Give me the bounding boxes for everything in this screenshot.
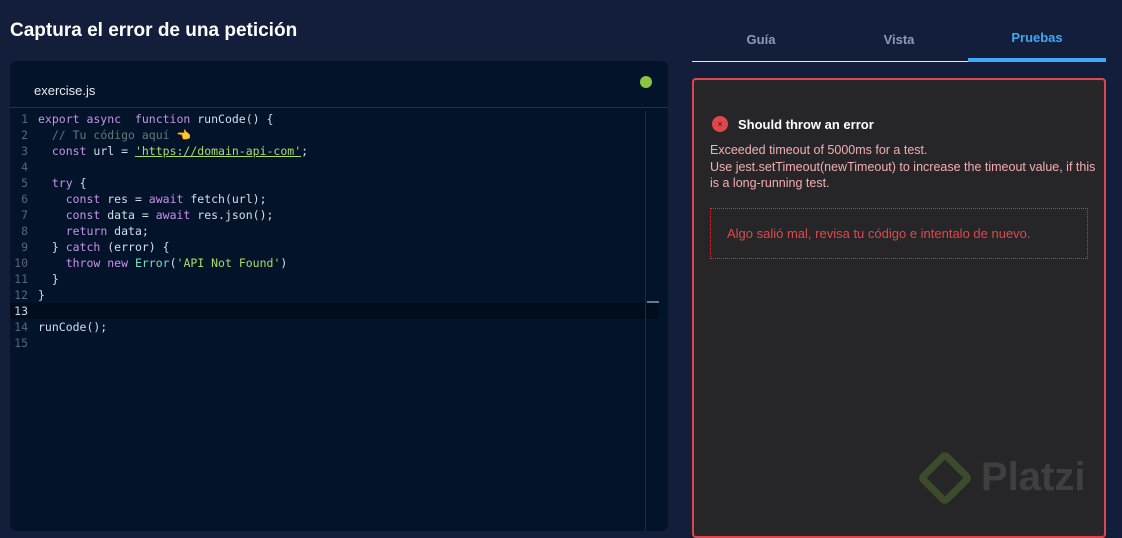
code-token: res.json(); xyxy=(197,208,274,222)
line-number: 3 xyxy=(21,144,28,158)
line-number: 8 xyxy=(21,224,28,238)
code-line[interactable]: 2 // Tu código aquí 👈 xyxy=(10,127,658,143)
code-line[interactable]: 14 runCode(); xyxy=(10,319,658,335)
panel-tabs: Guía Vista Pruebas xyxy=(692,20,1106,62)
error-message: Exceeded timeout of 5000ms for a test. U… xyxy=(710,142,1100,192)
tab-pruebas[interactable]: Pruebas xyxy=(968,20,1106,62)
status-dot-icon xyxy=(640,76,652,88)
code-token: try xyxy=(51,176,80,190)
line-number: 2 xyxy=(21,128,28,142)
platzi-watermark: Platzi xyxy=(916,449,1086,506)
editor-tabbar: exercise.js xyxy=(10,61,668,108)
code-token: } xyxy=(38,272,59,286)
code-token: 'API Not Found' xyxy=(176,256,281,270)
line-number: 14 xyxy=(14,320,28,334)
line-number: 12 xyxy=(14,288,28,302)
code-line[interactable]: 7 const data = await res.json(); xyxy=(10,207,658,223)
code-area[interactable]: 1 export async function runCode() {2 // T… xyxy=(10,111,658,351)
error-icon: × xyxy=(712,116,728,132)
file-tab[interactable]: exercise.js xyxy=(34,83,95,98)
code-token: runCode() { xyxy=(197,112,274,126)
code-token: ; xyxy=(301,144,309,158)
error-message-line: Use jest.setTimeout(newTimeout) to incre… xyxy=(710,159,1096,191)
code-token: export async function xyxy=(38,112,198,126)
code-token: (error) { xyxy=(107,240,170,254)
code-token: url = xyxy=(93,144,135,158)
cursor-marker xyxy=(647,301,659,303)
code-token: fetch(url); xyxy=(190,192,267,206)
code-line[interactable]: 1 export async function runCode() { xyxy=(10,111,658,127)
code-token: await xyxy=(155,208,198,222)
tab-vista[interactable]: Vista xyxy=(830,20,968,61)
code-token: const xyxy=(51,144,94,158)
code-token: } xyxy=(38,240,66,254)
line-number: 9 xyxy=(21,240,28,254)
line-number: 5 xyxy=(21,176,28,190)
code-token: { xyxy=(79,176,87,190)
code-token: throw new xyxy=(65,256,135,270)
line-number: 7 xyxy=(21,208,28,222)
code-token: runCode(); xyxy=(38,320,108,334)
line-number: 4 xyxy=(21,160,28,174)
line-number: 10 xyxy=(14,256,28,270)
code-token: ( xyxy=(169,256,177,270)
test-name: Should throw an error xyxy=(738,116,874,132)
code-line[interactable]: 5 try { xyxy=(10,175,658,191)
line-number: 1 xyxy=(21,112,28,126)
code-line[interactable]: 4 xyxy=(10,159,658,175)
code-token: const xyxy=(65,208,108,222)
platzi-logo-icon xyxy=(916,449,974,506)
code-token: 'https://domain-api-com' xyxy=(134,144,302,158)
code-token: await xyxy=(148,192,191,206)
watermark-text: Platzi xyxy=(981,455,1086,499)
page-title: Captura el error de una petición xyxy=(10,20,298,41)
tab-guia[interactable]: Guía xyxy=(692,20,830,61)
line-number: 6 xyxy=(21,192,28,206)
line-number: 13 xyxy=(14,304,28,318)
code-token: catch xyxy=(65,240,108,254)
scrollbar[interactable] xyxy=(645,111,646,531)
test-result: × Should throw an error xyxy=(712,116,874,132)
code-token: return xyxy=(65,224,115,238)
code-token: data = xyxy=(107,208,156,222)
code-token: // Tu código aquí 👈 xyxy=(51,128,191,142)
line-number: 15 xyxy=(14,336,28,350)
code-line[interactable]: 9 } catch (error) { xyxy=(10,239,658,255)
code-line[interactable]: 6 const res = await fetch(url); xyxy=(10,191,658,207)
code-token: Error xyxy=(134,256,170,270)
code-token: const xyxy=(65,192,108,206)
error-message-line: Exceeded timeout of 5000ms for a test. xyxy=(710,143,928,157)
code-token: } xyxy=(38,288,45,302)
code-token: data; xyxy=(114,224,149,238)
code-line[interactable]: 13 xyxy=(10,303,658,319)
feedback-box: Algo salió mal, revisa tu código e inten… xyxy=(710,208,1088,259)
line-number: 11 xyxy=(14,272,28,286)
code-editor[interactable]: exercise.js 1 export async function runCo… xyxy=(10,61,668,531)
code-line[interactable]: 11 } xyxy=(10,271,658,287)
code-line[interactable]: 12} xyxy=(10,287,658,303)
code-line[interactable]: 15 xyxy=(10,335,658,351)
code-line[interactable]: 3 const url = 'https://domain-api-com'; xyxy=(10,143,658,159)
code-line[interactable]: 8 return data; xyxy=(10,223,658,239)
code-line[interactable]: 10 throw new Error('API Not Found') xyxy=(10,255,658,271)
code-token: ) xyxy=(280,256,288,270)
code-token: res = xyxy=(107,192,149,206)
